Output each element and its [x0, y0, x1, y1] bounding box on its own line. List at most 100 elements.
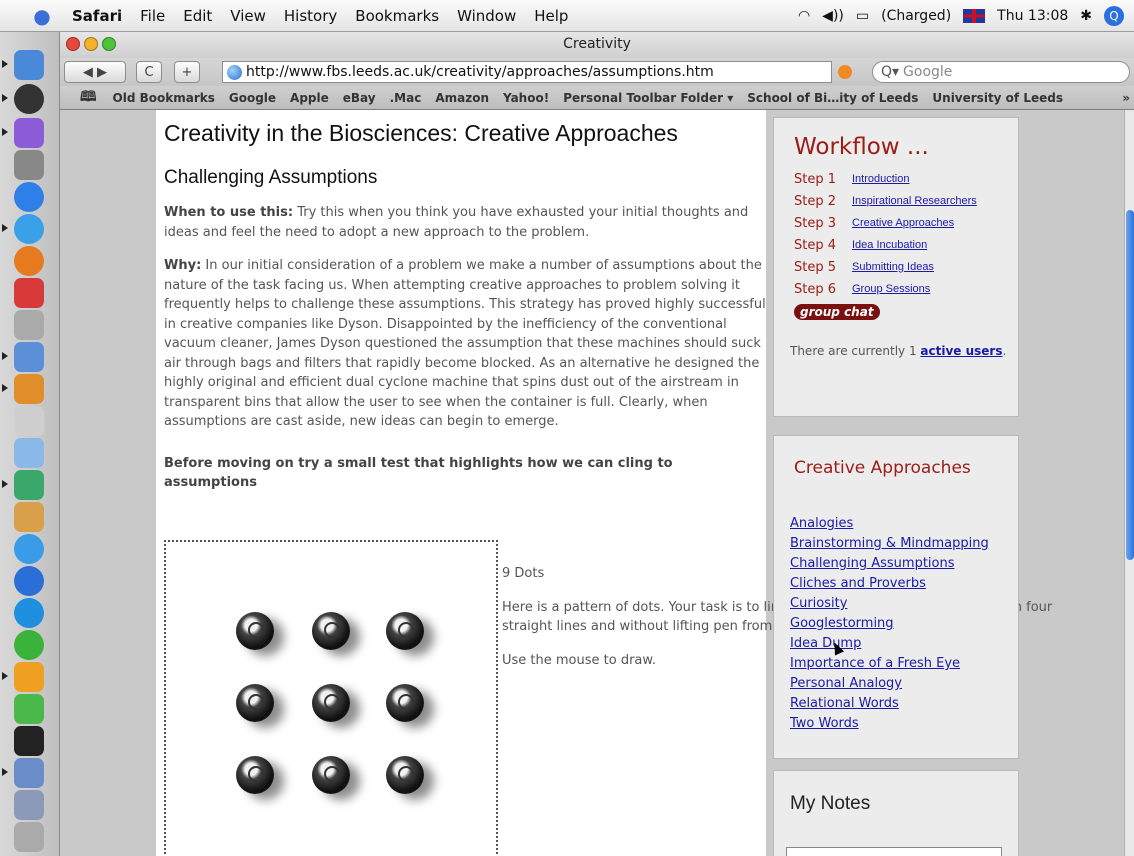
- back-forward-button[interactable]: ◀ ▶: [64, 61, 126, 83]
- step-link-creative-approaches[interactable]: Creative Approaches: [852, 217, 954, 229]
- why-text: In our initial consideration of a proble…: [164, 258, 766, 429]
- step-number: Step 3: [794, 215, 837, 231]
- dock-app-icon[interactable]: [14, 182, 44, 212]
- notes-textarea[interactable]: [786, 847, 1002, 856]
- dock-app-icon[interactable]: [14, 278, 44, 308]
- approach-link[interactable]: Googlestorming: [790, 616, 894, 631]
- group-chat-logo[interactable]: group chat: [794, 304, 880, 320]
- dock-app-icon[interactable]: [14, 502, 44, 532]
- menu-view[interactable]: View: [230, 7, 266, 25]
- snapback-icon[interactable]: [838, 65, 852, 79]
- approach-link[interactable]: Cliches and Proverbs: [790, 576, 926, 591]
- clock[interactable]: Thu 13:08: [997, 8, 1068, 24]
- active-users-text: There are currently 1 active users.: [790, 342, 1018, 360]
- scrollbar-thumb[interactable]: [1126, 210, 1134, 560]
- workflow-step: Step 3 Creative Approaches: [794, 214, 1018, 232]
- dock-app-icon[interactable]: [14, 438, 44, 468]
- dock-app-icon[interactable]: [14, 310, 44, 340]
- dock-app-icon[interactable]: [14, 246, 44, 276]
- dock-app-icon[interactable]: [14, 150, 44, 180]
- step-link-idea-incubation[interactable]: Idea Incubation: [852, 239, 927, 251]
- workflow-panel: Workflow ... Step 1 Introduction Step 2 In…: [773, 117, 1019, 417]
- approach-link[interactable]: Personal Analogy: [790, 676, 902, 691]
- volume-icon[interactable]: ◀)): [822, 8, 844, 24]
- dock-app-icon[interactable]: [14, 406, 44, 436]
- step-link-introduction[interactable]: Introduction: [852, 173, 909, 185]
- running-indicator-icon: [2, 224, 8, 232]
- bookmark-old-bookmarks[interactable]: Old Bookmarks: [113, 91, 215, 105]
- apple-menu-icon[interactable]: ●: [22, 4, 62, 28]
- menu-help[interactable]: Help: [534, 7, 568, 25]
- dock-app-icon[interactable]: [14, 630, 44, 660]
- approach-link[interactable]: Brainstorming & Mindmapping: [790, 536, 989, 551]
- app-menu[interactable]: Safari: [72, 7, 122, 25]
- workflow-step: Step 4 Idea Incubation: [794, 236, 1018, 254]
- menu-file[interactable]: File: [140, 7, 165, 25]
- approach-link[interactable]: Curiosity: [790, 596, 847, 611]
- trash-icon[interactable]: [14, 822, 44, 852]
- approach-link[interactable]: Two Words: [790, 716, 859, 731]
- dock-app-icon[interactable]: [14, 694, 44, 724]
- dock-app-icon[interactable]: [14, 214, 44, 244]
- approach-link[interactable]: Importance of a Fresh Eye: [790, 656, 960, 671]
- dock-app-icon[interactable]: [14, 84, 44, 114]
- bookmark-amazon[interactable]: Amazon: [435, 91, 489, 105]
- when-paragraph: When to use this: Try this when you thin…: [164, 203, 768, 242]
- dot-icon: [236, 684, 274, 722]
- dock-app-icon[interactable]: [14, 726, 44, 756]
- bookmark-ebay[interactable]: eBay: [343, 91, 376, 105]
- bookmark-google[interactable]: Google: [229, 91, 276, 105]
- menu-window[interactable]: Window: [457, 7, 516, 25]
- add-bookmark-button[interactable]: +: [174, 61, 200, 83]
- battery-icon[interactable]: ▭: [856, 8, 869, 24]
- address-bar[interactable]: http://www.fbs.leeds.ac.uk/creativity/ap…: [222, 61, 832, 83]
- running-indicator-icon: [2, 352, 8, 360]
- dock-app-icon[interactable]: [14, 470, 44, 500]
- dot-icon: [386, 756, 424, 794]
- bookmark-yahoo[interactable]: Yahoo!: [503, 91, 549, 105]
- users-prefix: There are currently 1: [790, 344, 921, 358]
- dot-icon: [236, 756, 274, 794]
- reload-button[interactable]: C: [136, 61, 162, 83]
- menu-bookmarks[interactable]: Bookmarks: [355, 7, 439, 25]
- dock-app-icon[interactable]: [14, 662, 44, 692]
- approach-link[interactable]: Relational Words: [790, 696, 899, 711]
- step-link-group-sessions[interactable]: Group Sessions: [852, 283, 930, 295]
- bookmark-personal-toolbar-folder[interactable]: Personal Toolbar Folder ▾: [563, 91, 733, 105]
- dock-app-icon[interactable]: [14, 50, 44, 80]
- dock-app-icon[interactable]: [14, 598, 44, 628]
- dock-app-icon[interactable]: [14, 790, 44, 820]
- menu-edit[interactable]: Edit: [183, 7, 212, 25]
- active-users-link[interactable]: active users: [920, 344, 1002, 358]
- approach-link[interactable]: Challenging Assumptions: [790, 556, 955, 571]
- input-flag-icon[interactable]: [963, 9, 986, 23]
- approaches-list: Analogies Brainstorming & Mindmapping Ch…: [790, 514, 1018, 734]
- step-link-inspirational-researchers[interactable]: Inspirational Researchers: [852, 195, 977, 207]
- approach-link[interactable]: Idea Dump: [790, 636, 861, 651]
- dock-app-icon[interactable]: [14, 118, 44, 148]
- list-item: Cliches and Proverbs: [790, 574, 1018, 594]
- bluetooth-icon[interactable]: ✱: [1080, 8, 1092, 24]
- battery-status[interactable]: (Charged): [881, 8, 951, 24]
- dock-app-icon[interactable]: [14, 758, 44, 788]
- bookmark-university-of-leeds[interactable]: University of Leeds: [932, 91, 1063, 105]
- bookmarks-book-icon[interactable]: 🕮: [80, 86, 97, 110]
- approach-link[interactable]: Analogies: [790, 516, 853, 531]
- nine-dots-canvas[interactable]: [164, 540, 498, 856]
- nine-dots-instructions: 9 Dots Here is a pattern of dots. Your t…: [502, 550, 1052, 682]
- bookmark-mac[interactable]: .Mac: [390, 91, 422, 105]
- step-number: Step 5: [794, 259, 837, 275]
- dock-app-icon[interactable]: [14, 342, 44, 372]
- dock-app-icon[interactable]: [14, 374, 44, 404]
- vertical-scrollbar[interactable]: [1124, 110, 1134, 856]
- bookmarks-overflow-button[interactable]: »: [1122, 91, 1130, 105]
- bookmark-school-of-biosciences[interactable]: School of Bi…ity of Leeds: [747, 91, 918, 105]
- bookmark-apple[interactable]: Apple: [290, 91, 329, 105]
- wifi-icon[interactable]: ◠: [798, 8, 810, 24]
- spotlight-icon[interactable]: Q: [1104, 6, 1124, 26]
- menu-history[interactable]: History: [284, 7, 337, 25]
- dock-app-icon[interactable]: [14, 534, 44, 564]
- search-field[interactable]: Q▾ Google: [872, 61, 1130, 83]
- step-link-submitting-ideas[interactable]: Submitting Ideas: [852, 261, 934, 273]
- dock-app-icon[interactable]: [14, 566, 44, 596]
